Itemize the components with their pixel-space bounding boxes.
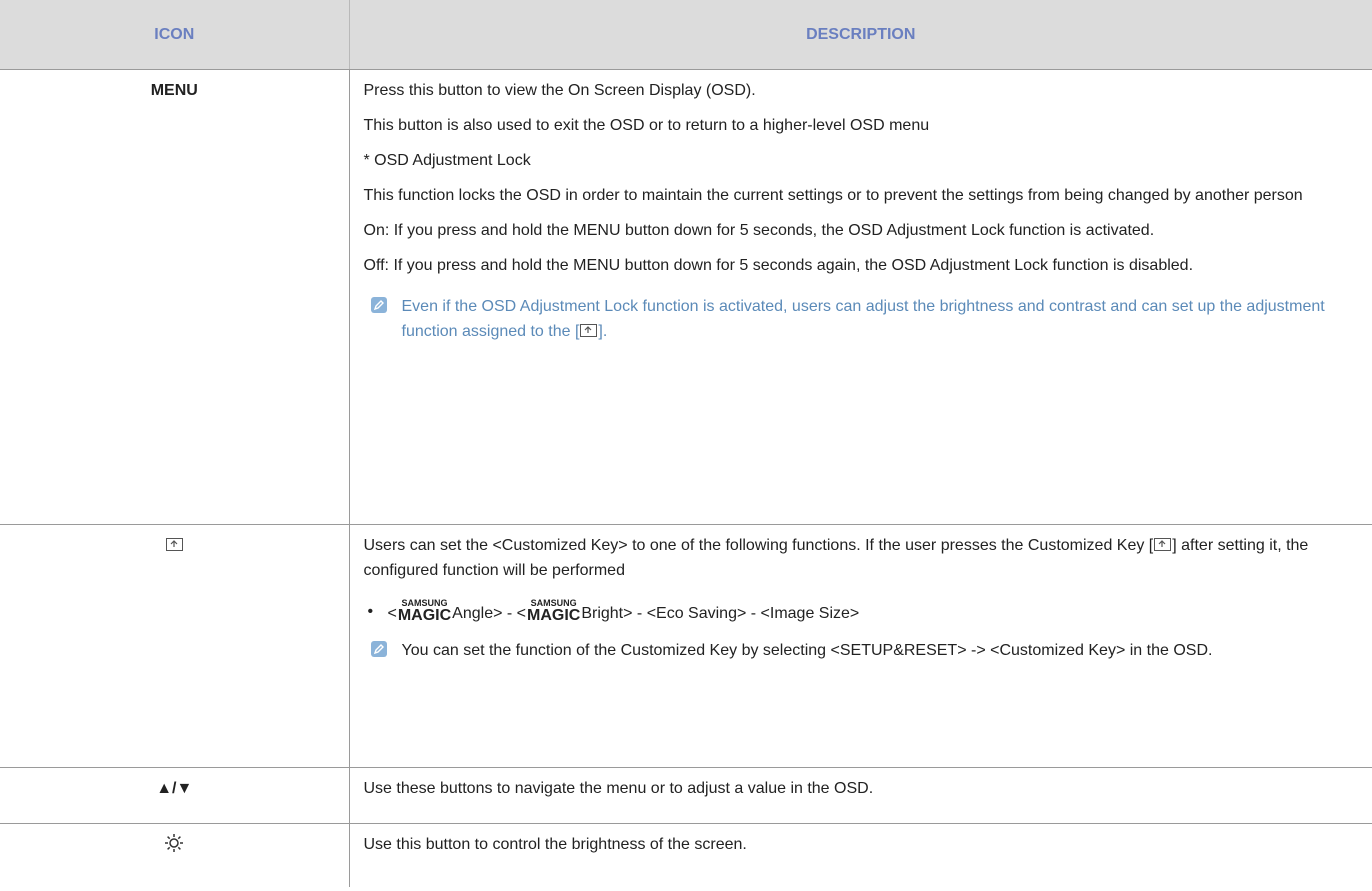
- menu-text-5: On: If you press and hold the MENU butto…: [363, 222, 1155, 239]
- arrows-description: Use these buttons to navigate the menu o…: [349, 767, 1372, 824]
- customized-key-icon: [580, 324, 598, 337]
- menu-text-4: This function locks the OSD in order to …: [363, 187, 1303, 204]
- customized-key-note-text: You can set the function of the Customiz…: [401, 642, 1213, 659]
- header-icon: ICON: [0, 0, 350, 70]
- arrows-icon-label: ▲/▼: [0, 767, 350, 824]
- function-list-item: • < SAMSUNG MAGIC Angle> - < SAMSUNG MAGIC Bri…: [364, 599, 1363, 626]
- function-text-1: <: [387, 605, 397, 622]
- samsung-magic-logo: SAMSUNG MAGIC: [527, 598, 581, 624]
- menu-note: Even if the OSD Adjustment Lock function…: [364, 294, 1363, 344]
- table-row-brightness: Use this button to control the brightnes…: [0, 823, 1372, 887]
- brightness-icon: [164, 834, 184, 853]
- menu-text-3: * OSD Adjustment Lock: [363, 152, 531, 169]
- customized-key-icon: [1154, 538, 1172, 551]
- customized-key-description: Users can set the <Customized Key> to on…: [349, 524, 1372, 768]
- button-description-table: ICON DESCRIPTION MENU Press this button …: [0, 0, 1372, 887]
- customized-key-icon: [165, 538, 183, 551]
- function-text-3: Bright> - <Eco Saving> - <Image Size>: [581, 605, 860, 622]
- menu-icon-label: MENU: [0, 69, 350, 525]
- brightness-description: Use this button to control the brightnes…: [363, 836, 747, 853]
- note-pencil-icon: [370, 641, 387, 657]
- table-row-arrows: ▲/▼ Use these buttons to navigate the me…: [0, 767, 1372, 824]
- menu-note-text-start: Even if the OSD Adjustment Lock function…: [401, 298, 1325, 340]
- table-row-menu: MENU Press this button to view the On Sc…: [0, 69, 1372, 525]
- menu-description: Press this button to view the On Screen …: [349, 69, 1372, 525]
- customized-key-note: You can set the function of the Customiz…: [364, 638, 1363, 663]
- header-description: DESCRIPTION: [349, 0, 1372, 70]
- menu-text-6: Off: If you press and hold the MENU butt…: [363, 257, 1194, 274]
- brightness-icon-cell: [0, 823, 350, 887]
- bullet-icon: •: [367, 603, 374, 620]
- function-text-2: Angle> - <: [452, 605, 526, 622]
- customized-text-start: Users can set the <Customized Key> to on…: [363, 537, 1154, 554]
- customized-key-icon-cell: [0, 524, 350, 768]
- note-pencil-icon: [370, 297, 387, 313]
- customized-key-text: Users can set the <Customized Key> to on…: [364, 533, 1363, 583]
- menu-text-1: Press this button to view the On Screen …: [363, 82, 756, 99]
- table-header-row: ICON DESCRIPTION: [0, 0, 1372, 70]
- menu-note-text-end: ].: [598, 323, 608, 340]
- samsung-magic-logo: SAMSUNG MAGIC: [397, 598, 452, 624]
- menu-text-2: This button is also used to exit the OSD…: [363, 117, 930, 134]
- table-row-customized-key: Users can set the <Customized Key> to on…: [0, 524, 1372, 768]
